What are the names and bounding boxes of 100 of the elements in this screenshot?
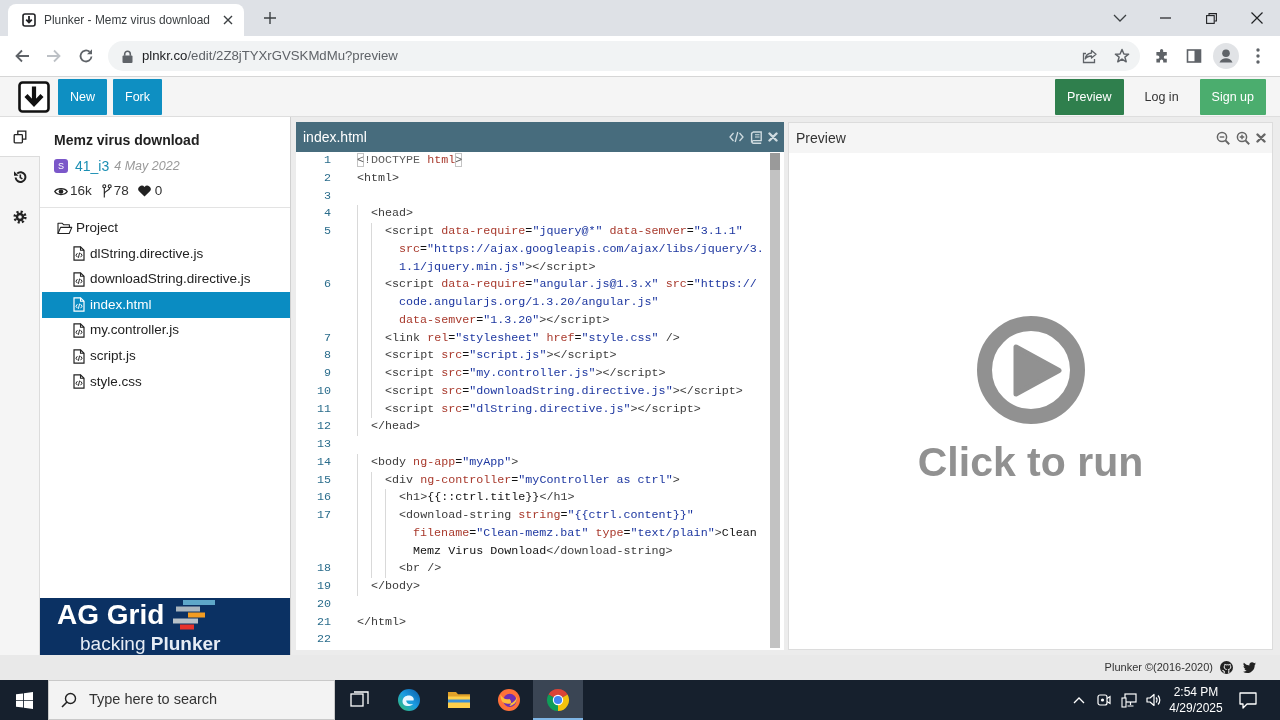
code-line: <script src="downloadString.directive.js"></script> bbox=[385, 382, 743, 400]
browser-tab[interactable]: Plunker - Memz virus download bbox=[8, 4, 244, 36]
taskbar-button[interactable] bbox=[533, 680, 583, 720]
start-icon[interactable] bbox=[15, 691, 33, 709]
book-icon[interactable] bbox=[750, 130, 762, 144]
code-line: <download-string string="{{ctrl.content}}" bbox=[399, 507, 694, 524]
file-item[interactable]: style.css bbox=[42, 368, 290, 395]
folder-item[interactable]: Project bbox=[40, 215, 290, 241]
code-line: <h1>{{::ctrl.title}}</h1> bbox=[399, 489, 575, 507]
preview-button[interactable]: Preview bbox=[1055, 78, 1124, 115]
code-line: <div ng-controller="myController as ctrl"> bbox=[385, 471, 680, 489]
address-bar[interactable]: plnkr.co/edit/2Z8jTYXrGVSKMdMu?preview bbox=[108, 41, 1140, 71]
circle-logo-icon bbox=[546, 688, 571, 712]
plus-icon[interactable] bbox=[263, 11, 277, 25]
search-box[interactable]: Type here to search bbox=[48, 680, 335, 720]
zoom-in-icon[interactable] bbox=[1236, 131, 1250, 145]
back-arrow-icon[interactable] bbox=[14, 48, 30, 64]
side-panel-icon[interactable] bbox=[1186, 48, 1202, 64]
login-link[interactable]: Log in bbox=[1124, 78, 1199, 115]
code-icon[interactable] bbox=[729, 131, 744, 143]
line-number: 6 bbox=[324, 276, 331, 294]
fox-icon bbox=[496, 688, 521, 712]
clock-time[interactable]: 2:54 PM bbox=[1173, 684, 1219, 700]
line-number: 13 bbox=[316, 436, 331, 453]
code-line: code.angularjs.org/1.3.20/angular.js" bbox=[399, 294, 659, 311]
notification-icon[interactable] bbox=[1239, 691, 1257, 709]
line-number: 17 bbox=[316, 507, 331, 524]
ad-tagline: backing Plunker bbox=[79, 632, 222, 655]
code-file-icon bbox=[73, 297, 85, 313]
puzzle-icon[interactable] bbox=[1154, 48, 1170, 64]
search-icon bbox=[61, 692, 77, 708]
close-icon[interactable] bbox=[1251, 12, 1263, 24]
line-number: 20 bbox=[316, 595, 331, 613]
preview-title: Preview bbox=[796, 129, 846, 147]
reload-icon[interactable] bbox=[78, 48, 94, 64]
fork-icon bbox=[101, 184, 112, 198]
code-line: <script src="dlString.directive.js"></script> bbox=[385, 400, 701, 418]
open-folder-icon bbox=[57, 221, 73, 235]
line-number: 15 bbox=[316, 471, 331, 489]
line-number: 11 bbox=[316, 400, 331, 418]
code-line: <head> bbox=[371, 205, 414, 223]
sidebar-tab[interactable] bbox=[0, 117, 40, 157]
share-icon[interactable] bbox=[1082, 48, 1098, 64]
fork-button[interactable]: Fork bbox=[113, 78, 162, 115]
url-text: plnkr.co/edit/2Z8jTYXrGVSKMdMu?preview bbox=[142, 48, 398, 64]
star-icon[interactable] bbox=[1114, 48, 1130, 64]
chevron-up-icon[interactable] bbox=[1072, 696, 1085, 704]
file-item[interactable]: my.controller.js bbox=[42, 317, 290, 344]
camera-icon[interactable] bbox=[1096, 692, 1111, 708]
more-menu-icon[interactable] bbox=[1256, 48, 1260, 64]
scrollbar-thumb[interactable] bbox=[770, 153, 780, 170]
file-item[interactable]: script.js bbox=[42, 343, 290, 369]
line-number: 18 bbox=[316, 560, 331, 578]
restore-icon[interactable] bbox=[1205, 12, 1217, 24]
line-number: 19 bbox=[316, 578, 331, 595]
cat-logo-icon[interactable] bbox=[1220, 661, 1233, 674]
close-icon[interactable] bbox=[223, 15, 233, 25]
new-button[interactable]: New bbox=[58, 78, 107, 115]
code-line: 1.1/jquery.min.js"></script> bbox=[399, 258, 596, 276]
code-line: Memz Virus Download</download-string> bbox=[413, 542, 673, 560]
code-file-icon bbox=[73, 374, 85, 390]
code-line: <body ng-app="myApp"> bbox=[371, 453, 519, 471]
down-arrow-logo-icon[interactable] bbox=[18, 80, 50, 113]
scrollbar[interactable] bbox=[770, 153, 780, 648]
author-link[interactable]: 41_i3 bbox=[75, 157, 110, 175]
view-count: 16k bbox=[70, 182, 92, 200]
file-item[interactable]: index.html bbox=[42, 292, 290, 318]
line-number: 4 bbox=[324, 205, 331, 223]
minimize-icon[interactable] bbox=[1159, 17, 1171, 19]
swirl-icon bbox=[397, 688, 422, 712]
line-number: 21 bbox=[316, 613, 331, 631]
line-number: 3 bbox=[324, 187, 331, 205]
eye-icon bbox=[54, 185, 68, 197]
code-line: <html> bbox=[357, 169, 400, 187]
file-item[interactable]: dlString.directive.js bbox=[42, 241, 290, 267]
project-title: Memz virus download bbox=[54, 131, 201, 150]
code-line: <!DOCTYPE html> bbox=[357, 152, 463, 169]
code-line: <script src="script.js"></script> bbox=[385, 347, 617, 365]
file-item[interactable]: downloadString.directive.js bbox=[42, 266, 290, 293]
profile-icon[interactable] bbox=[1213, 43, 1239, 69]
task-view-icon bbox=[349, 691, 370, 709]
ad-banner[interactable]: AG Grid backing Plunker bbox=[40, 598, 290, 655]
like-count: 0 bbox=[154, 182, 163, 200]
editor-title: index.html bbox=[303, 128, 367, 146]
line-number: 7 bbox=[324, 329, 331, 347]
zoom-out-icon[interactable] bbox=[1216, 131, 1230, 145]
line-number: 14 bbox=[316, 453, 331, 471]
clock-date[interactable]: 4/29/2025 bbox=[1169, 700, 1223, 716]
bird-icon[interactable] bbox=[1243, 662, 1256, 673]
copyright-text: Plunker ©(2016-2020) bbox=[1104, 660, 1213, 675]
network-icon[interactable] bbox=[1120, 692, 1137, 708]
heart-icon bbox=[137, 185, 151, 197]
chevron-down-icon[interactable] bbox=[1113, 14, 1127, 22]
volume-icon[interactable] bbox=[1145, 693, 1162, 707]
play-icon[interactable] bbox=[976, 316, 1085, 424]
code-line: <br /> bbox=[399, 560, 442, 578]
line-number: 2 bbox=[324, 169, 331, 187]
code-line: src="https://ajax.googleapis.com/ajax/libs/jquery/3. bbox=[399, 240, 764, 258]
search-field[interactable]: Type here to search bbox=[89, 691, 329, 709]
line-number: 8 bbox=[324, 347, 331, 365]
